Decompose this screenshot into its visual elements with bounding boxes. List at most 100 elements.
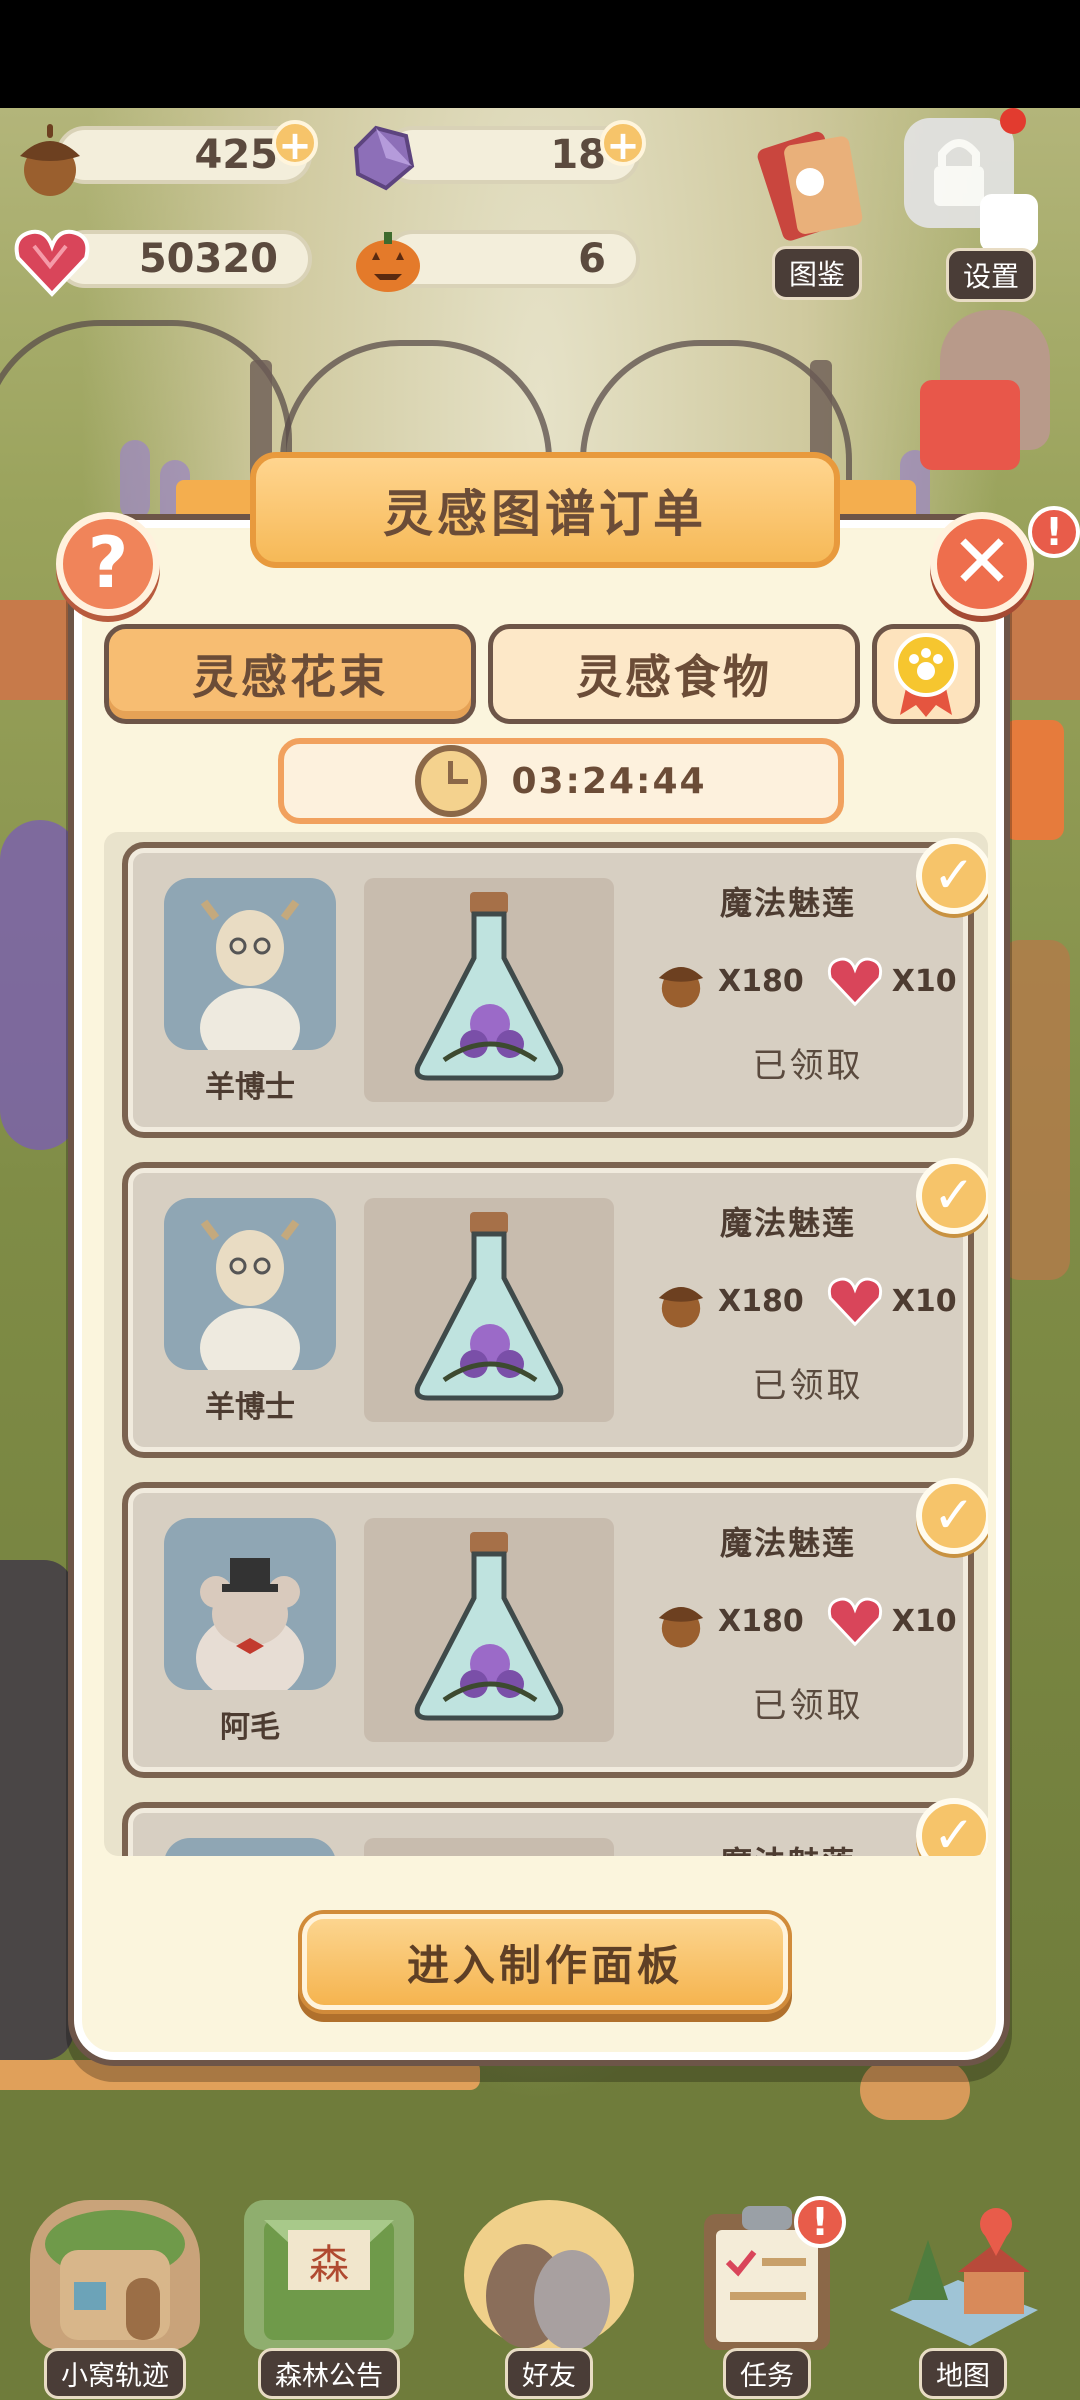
timer-text: 03:24:44 [511,760,707,802]
wall-tile-right [1010,600,1080,700]
enter-crafting-panel-button[interactable]: 进入制作面板 [302,1914,788,2010]
order-card[interactable]: 阿毛 魔法魅莲 X180 X10 已领取 ✓ [122,1478,988,1778]
reward-row: X180 X10 [650,1586,970,1656]
acorn-icon [8,118,92,202]
chalkboard-stand [0,1560,74,2060]
add-acorn-button[interactable]: + [272,120,318,168]
add-crystal-button[interactable]: + [600,120,646,168]
portrait [164,1838,336,1856]
chinchilla-portrait [164,1518,336,1702]
dialog-title: 灵感图谱订单 [250,452,840,568]
item-frame [364,1518,614,1742]
nav-friends[interactable]: 好友 [464,2200,634,2399]
claimed-status: 已领取 [752,1366,864,1406]
acorn-icon [658,1606,704,1648]
refresh-timer: 03:24:44 [278,738,844,824]
heart-gem-count: 50320 [138,236,278,282]
item-name: 魔法魅莲 [719,884,856,922]
nav-tasks[interactable]: ! 任务 [682,2196,852,2399]
status-bar [0,0,1080,108]
paw-medal-icon [894,633,958,717]
magic-lotus-flask-icon [414,1212,564,1401]
tab-reward-badge[interactable] [872,624,980,724]
notification-dot [1000,108,1026,134]
heart-reward: X10 [891,1603,957,1639]
crystal-icon [342,118,422,198]
check-icon: ✓ [916,1158,988,1234]
heart-reward: X10 [891,1283,957,1319]
item-name: 魔法魅莲 [719,1204,856,1242]
acorn-reward: X180 [718,1603,804,1639]
acorn-count: 425 [194,132,279,178]
pumpkin-icon [350,222,426,298]
lavender-plant [120,440,150,520]
order-card[interactable]: 羊博士 魔法魅莲 X180 X10 已领取 ✓ [122,1158,988,1458]
nav-home-trail[interactable]: 小窝轨迹 [30,2200,200,2399]
tab-inspiration-bouquet[interactable]: 灵感花束 [104,624,476,724]
heart-gem-icon [10,222,94,302]
nav-label: 小窝轨迹 [44,2348,186,2399]
notice-letter-icon: 森 [244,2200,414,2350]
close-button[interactable]: ✕ [930,512,1034,616]
check-icon: ✓ [916,1478,988,1554]
character-name: 阿毛 [220,1710,280,1745]
catalog-book-icon[interactable] [744,124,884,244]
item-name: 魔法魅莲 [719,1524,856,1562]
help-button[interactable]: ? [56,512,160,616]
nav-label: 地图 [919,2348,1007,2399]
acorn-reward: X180 [718,963,804,999]
item-frame [364,1198,614,1422]
claimed-status: 已领取 [752,1046,864,1086]
nav-label: 任务 [723,2348,811,2399]
heart-gem-icon [827,957,882,1007]
flower-pot [860,2060,970,2120]
heart-gem-icon [827,1597,882,1647]
nav-map[interactable]: 地图 [878,2200,1048,2399]
pumpkin-count: 6 [578,236,606,282]
pumpkin-stand [1000,940,1070,1280]
crystal-count: 18 [550,132,606,178]
gift-alert-icon: ! [1028,506,1080,558]
settings-button-label[interactable]: 设置 [946,248,1037,302]
check-icon: ✓ [916,1798,988,1856]
wooden-plank [0,2060,480,2090]
character-name: 羊博士 [205,1390,295,1425]
goat-doctor-portrait [164,878,336,1068]
qq-app-icon[interactable] [980,194,1038,252]
house-icon [30,2200,200,2350]
nav-label: 森林公告 [258,2348,400,2399]
magic-lotus-flask-icon [414,1532,564,1721]
acorn-reward: X180 [718,1283,804,1319]
item-name: 魔法魅莲 [668,1838,908,1856]
magic-lotus-flask-icon [414,892,564,1081]
task-alert-icon: ! [794,2196,846,2248]
heart-reward: X10 [891,963,957,999]
heart-gem-counter: 50320 [56,230,312,288]
catalog-button-label[interactable]: 图鉴 [772,246,863,300]
wall-tile-left [0,600,74,700]
acorn-icon [658,966,704,1008]
goat-doctor-portrait [164,1198,336,1388]
nav-forest-notice[interactable]: 森 森林公告 [244,2200,414,2399]
order-list[interactable]: 羊博士 魔法魅莲 X180 X10 已领取 ✓ 羊博士 魔法魅莲 X180 X1… [104,832,988,1856]
friends-icon [464,2200,634,2350]
map-icon [878,2200,1048,2350]
tab-inspiration-food[interactable]: 灵感食物 [488,624,860,724]
svg-text:森: 森 [309,2242,349,2288]
claimed-status: 已领取 [752,1686,864,1726]
character-name: 羊博士 [205,1070,295,1105]
item-frame [364,1838,614,1856]
nav-label: 好友 [505,2348,593,2399]
check-icon: ✓ [916,838,988,914]
item-frame [364,878,614,1102]
order-card[interactable]: 羊博士 魔法魅莲 X180 X10 已领取 ✓ [122,838,988,1138]
heart-gem-icon [827,1277,882,1327]
acorn-icon [658,1286,704,1328]
order-card[interactable]: 魔法魅莲 ✓ [122,1798,988,1856]
balloon-decoration [0,820,80,1150]
clock-icon [415,745,488,817]
gift-box-icon[interactable] [920,380,1020,470]
reward-row: X180 X10 [650,1266,970,1336]
reward-row: X180 X10 [650,946,970,1016]
side-decoration [1004,720,1064,840]
